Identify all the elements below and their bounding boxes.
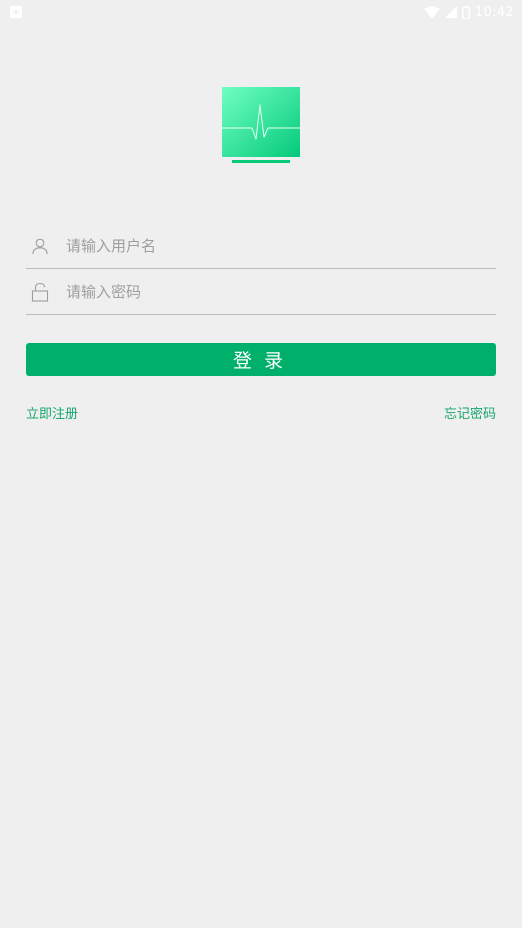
password-field[interactable] <box>26 270 496 315</box>
status-time: 10:42 <box>475 4 514 20</box>
heart-monitor-icon <box>222 87 300 163</box>
status-bar: 10:42 <box>0 0 522 24</box>
username-input[interactable] <box>66 231 496 261</box>
lock-icon <box>28 280 52 304</box>
status-bar-right: 10:42 <box>424 3 514 21</box>
register-link[interactable]: 立即注册 <box>26 403 78 422</box>
password-input[interactable] <box>66 277 496 307</box>
forgot-password-link[interactable]: 忘记密码 <box>444 403 496 422</box>
battery-icon <box>462 5 471 19</box>
username-field[interactable] <box>26 224 496 269</box>
wifi-icon <box>424 5 440 19</box>
user-icon <box>28 234 52 258</box>
login-form <box>26 224 496 315</box>
signal-icon <box>445 6 458 18</box>
notification-icon <box>10 6 22 18</box>
login-button[interactable]: 登录 <box>26 343 496 376</box>
